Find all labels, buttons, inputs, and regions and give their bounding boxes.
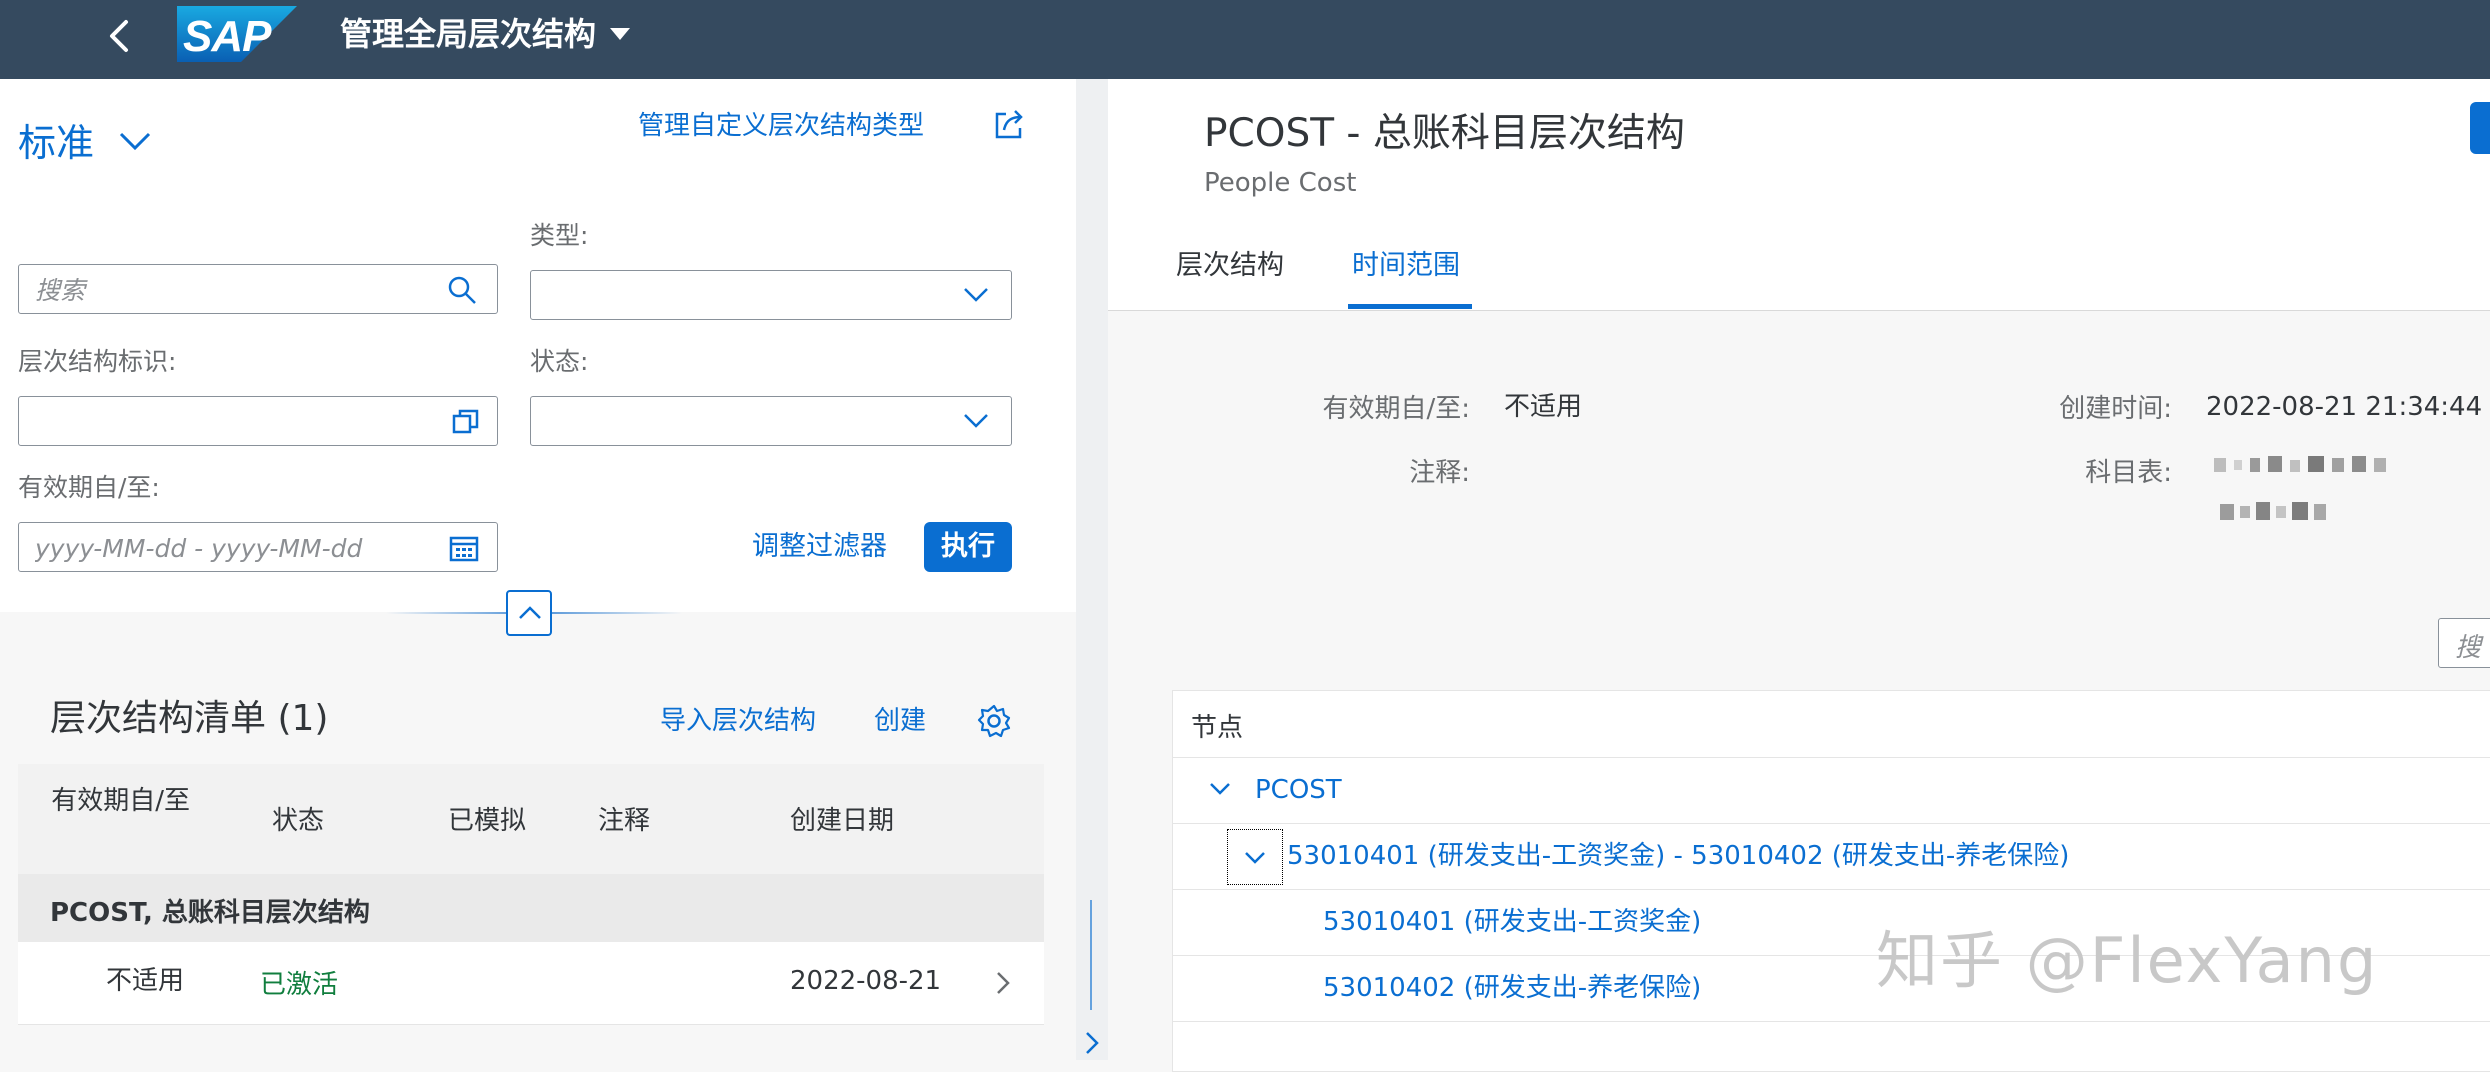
tab-time-range[interactable]: 时间范围: [1352, 248, 1460, 284]
valid-date-label: 有效期自/至:: [18, 473, 160, 502]
expand-icon[interactable]: [1209, 781, 1231, 797]
search-input[interactable]: [18, 264, 498, 314]
import-hierarchy-link[interactable]: 导入层次结构: [660, 703, 816, 739]
tree-search-input[interactable]: 搜: [2438, 618, 2490, 668]
type-select[interactable]: [530, 270, 1012, 320]
type-label: 类型:: [530, 221, 589, 250]
search-icon[interactable]: [447, 275, 477, 305]
column-header-created[interactable]: 创建日期: [790, 804, 894, 838]
gear-icon[interactable]: [976, 703, 1012, 739]
search-text[interactable]: [33, 273, 437, 307]
note-label: 注释:: [1409, 458, 1470, 488]
object-subtitle: People Cost: [1204, 168, 1357, 198]
column-header-valid[interactable]: 有效期自/至: [40, 784, 190, 818]
created-value: 2022-08-21 21:34:44: [2206, 392, 2483, 422]
caret-down-icon[interactable]: [610, 28, 630, 40]
create-link[interactable]: 创建: [874, 703, 926, 739]
expand-icon: [1245, 852, 1265, 864]
date-range-text[interactable]: [33, 531, 437, 565]
group-header-text: PCOST, 总账科目层次结构: [50, 898, 370, 928]
redacted-value: [2214, 456, 2386, 520]
tree-row[interactable]: PCOST: [1173, 757, 2490, 824]
tree-node-pcost[interactable]: PCOST: [1255, 773, 1342, 807]
collapse-header-button[interactable]: [506, 590, 552, 636]
go-button[interactable]: 执行: [924, 522, 1012, 572]
back-icon[interactable]: [100, 14, 140, 58]
manage-custom-types-link[interactable]: 管理自定义层次结构类型: [638, 108, 924, 144]
object-title: PCOST - 总账科目层次结构: [1204, 111, 1685, 156]
sap-logo[interactable]: SAP: [177, 6, 297, 62]
chevron-right-icon[interactable]: [1082, 1030, 1102, 1056]
header-action-button[interactable]: [2470, 102, 2490, 154]
created-label: 创建时间:: [2059, 394, 2172, 424]
valid-label: 有效期自/至:: [1322, 394, 1470, 424]
cell-valid: 不适用: [106, 966, 185, 996]
cell-created: 2022-08-21: [790, 966, 942, 996]
tab-bar: [1108, 222, 2490, 311]
column-header-note[interactable]: 注释: [598, 804, 650, 838]
list-title: 层次结构清单 (1): [50, 698, 329, 739]
chevron-down-icon[interactable]: [963, 411, 989, 431]
chevron-down-icon[interactable]: [118, 128, 152, 154]
valid-value: 不适用: [1504, 392, 1583, 422]
chevron-down-icon[interactable]: [963, 285, 989, 305]
watermark: 知乎 @FlexYang: [1876, 924, 2379, 997]
cell-status: 已激活: [260, 970, 339, 1000]
adjust-filters-link[interactable]: 调整过滤器: [752, 528, 887, 566]
expand-toggle[interactable]: [1227, 829, 1283, 885]
date-range-input[interactable]: [18, 522, 498, 572]
calendar-icon[interactable]: [449, 533, 479, 563]
divider-handle[interactable]: [1090, 900, 1092, 1010]
column-header-simulated[interactable]: 已模拟: [448, 804, 526, 838]
tree-header-node: 节点: [1191, 713, 1244, 743]
hierarchy-tree: 节点 PCOST 53010401 (研发支出-工资奖金) - 53010402…: [1172, 690, 2490, 1072]
variant-selector[interactable]: 标准: [18, 118, 94, 168]
logo-text: SAP: [183, 12, 271, 61]
hierarchy-id-input[interactable]: [18, 396, 498, 446]
share-icon[interactable]: [992, 108, 1026, 142]
tree-search-placeholder: 搜: [2455, 633, 2482, 663]
tree-node-leaf[interactable]: 53010401 (研发支出-工资奖金): [1323, 905, 1701, 939]
chevron-up-icon: [519, 606, 541, 619]
status-label: 状态:: [530, 347, 589, 376]
hierarchy-id-label: 层次结构标识:: [18, 347, 177, 376]
tree-node-range[interactable]: 53010401 (研发支出-工资奖金) - 53010402 (研发支出-养老…: [1287, 839, 2069, 873]
app-title[interactable]: 管理全局层次结构: [340, 12, 596, 56]
column-header-status[interactable]: 状态: [272, 804, 324, 838]
value-help-icon[interactable]: [451, 407, 481, 437]
status-select[interactable]: [530, 396, 1012, 446]
tree-node-leaf[interactable]: 53010402 (研发支出-养老保险): [1323, 971, 1701, 1005]
navigation-arrow-icon[interactable]: [993, 970, 1013, 996]
tree-row[interactable]: 53010401 (研发支出-工资奖金) - 53010402 (研发支出-养老…: [1173, 823, 2490, 890]
tab-hierarchy[interactable]: 层次结构: [1176, 248, 1284, 284]
tree-header-row: 节点: [1173, 691, 2490, 758]
coa-label: 科目表:: [2085, 458, 2172, 488]
column-divider: [1076, 79, 1108, 1060]
tab-selection-indicator: [1348, 304, 1472, 309]
